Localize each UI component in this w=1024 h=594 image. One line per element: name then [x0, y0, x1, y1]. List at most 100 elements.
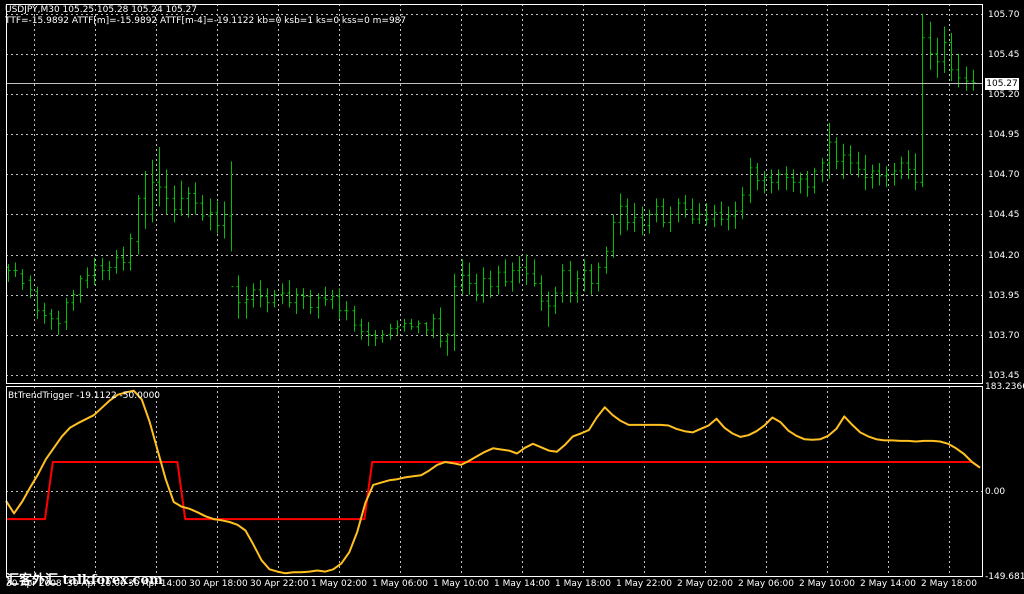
price-tick: 104.20 — [988, 250, 1020, 261]
price-tick: 104.45 — [988, 209, 1020, 220]
price-bar — [344, 301, 349, 321]
price-bar — [308, 289, 313, 314]
price-bar — [35, 286, 40, 319]
price-bar — [6, 264, 11, 282]
price-bar — [402, 318, 407, 332]
price-bar — [964, 66, 969, 91]
price-bar — [107, 260, 112, 281]
price-bar — [884, 166, 889, 188]
price-bar — [834, 137, 839, 170]
price-bar — [143, 171, 148, 229]
indicator-tick: 0.00 — [985, 486, 1006, 497]
price-bar — [712, 204, 717, 228]
price-bar — [726, 206, 731, 231]
price-bar — [640, 206, 645, 236]
price-bar — [892, 162, 897, 186]
price-bar — [539, 275, 544, 311]
chart-canvas[interactable] — [0, 0, 1024, 594]
price-bar — [870, 164, 875, 189]
price-bar — [589, 264, 594, 295]
price-bar — [848, 145, 853, 175]
price-bar — [78, 275, 83, 303]
price-bar — [697, 203, 702, 225]
price-bar — [676, 198, 681, 223]
price-bar — [424, 321, 429, 335]
time-tick: 1 May 14:00 — [494, 579, 550, 589]
price-bar — [913, 153, 918, 191]
price-tick: 104.70 — [988, 169, 1020, 180]
price-bar — [647, 209, 652, 234]
price-bar — [560, 264, 565, 303]
price-bar — [172, 185, 177, 223]
price-bar — [352, 305, 357, 332]
price-bar — [200, 195, 205, 221]
price-bar — [236, 275, 241, 319]
price-bar — [301, 288, 306, 310]
price-bars — [6, 13, 976, 356]
symbol-header: USDJPY,M30 105.25 105.28 105.24 105.27 — [5, 5, 198, 15]
time-tick: 1 May 06:00 — [372, 579, 428, 589]
indicator-values-header: TTF=-15.9892 ATTF[m]=-15.9892 ATTF[m-4]=… — [5, 16, 407, 26]
price-bar — [337, 288, 342, 319]
panel-frames — [6, 4, 983, 577]
price-bar — [596, 262, 601, 292]
price-bar — [956, 53, 961, 88]
price-bar — [661, 198, 666, 228]
price-bar — [265, 288, 270, 313]
price-bar — [258, 280, 263, 308]
indicator-lines — [5, 389, 981, 575]
indicator-grid — [6, 386, 982, 577]
price-bar — [568, 260, 573, 303]
price-bar — [431, 313, 436, 339]
price-bar — [157, 146, 162, 207]
price-bar — [395, 320, 400, 335]
price-bar — [604, 246, 609, 274]
price-bar — [632, 203, 637, 233]
price-bar — [193, 182, 198, 215]
time-tick: 1 May 18:00 — [555, 579, 611, 589]
price-bar — [942, 26, 947, 74]
price-bar — [971, 69, 976, 91]
price-bar — [935, 37, 940, 78]
price-bar — [553, 286, 558, 314]
price-bar — [611, 214, 616, 258]
price-bar — [380, 330, 385, 343]
price-tick: 104.95 — [988, 129, 1020, 140]
price-bar — [49, 309, 54, 331]
price-bar — [229, 161, 234, 288]
time-tick: 30 Apr 22:00 — [250, 579, 309, 589]
price-tick: 103.45 — [988, 370, 1020, 381]
indicator-title: BtTrendTrigger -19.1122 -50.0000 — [8, 391, 161, 401]
price-bar — [575, 270, 580, 303]
price-tick: 103.95 — [988, 290, 1020, 301]
price-bar — [776, 169, 781, 191]
time-tick: 2 May 14:00 — [860, 579, 916, 589]
price-bar — [841, 143, 846, 180]
price-bar — [762, 171, 767, 194]
price-bar — [769, 169, 774, 194]
price-bar — [877, 162, 882, 186]
time-tick: 1 May 10:00 — [433, 579, 489, 589]
indicator-tick: 183.2366 — [985, 381, 1024, 392]
time-tick: 1 May 22:00 — [616, 579, 672, 589]
price-bar — [474, 273, 479, 302]
price-bar — [510, 262, 515, 292]
price-bar — [791, 169, 796, 192]
price-bar — [366, 321, 371, 347]
price-bar — [524, 254, 529, 286]
price-bar — [863, 154, 868, 191]
time-tick: 2 May 06:00 — [738, 579, 794, 589]
price-bar — [416, 320, 421, 334]
price-bar — [128, 233, 133, 271]
price-bar — [56, 310, 61, 335]
price-bar — [64, 297, 69, 331]
price-bar — [719, 201, 724, 226]
trend-line — [5, 389, 981, 575]
price-bar — [445, 333, 450, 356]
price-bar — [330, 289, 335, 310]
price-bar — [121, 246, 126, 271]
price-bar — [244, 286, 249, 319]
price-bar — [272, 289, 277, 308]
price-bar — [323, 286, 328, 306]
price-bar — [114, 249, 119, 274]
